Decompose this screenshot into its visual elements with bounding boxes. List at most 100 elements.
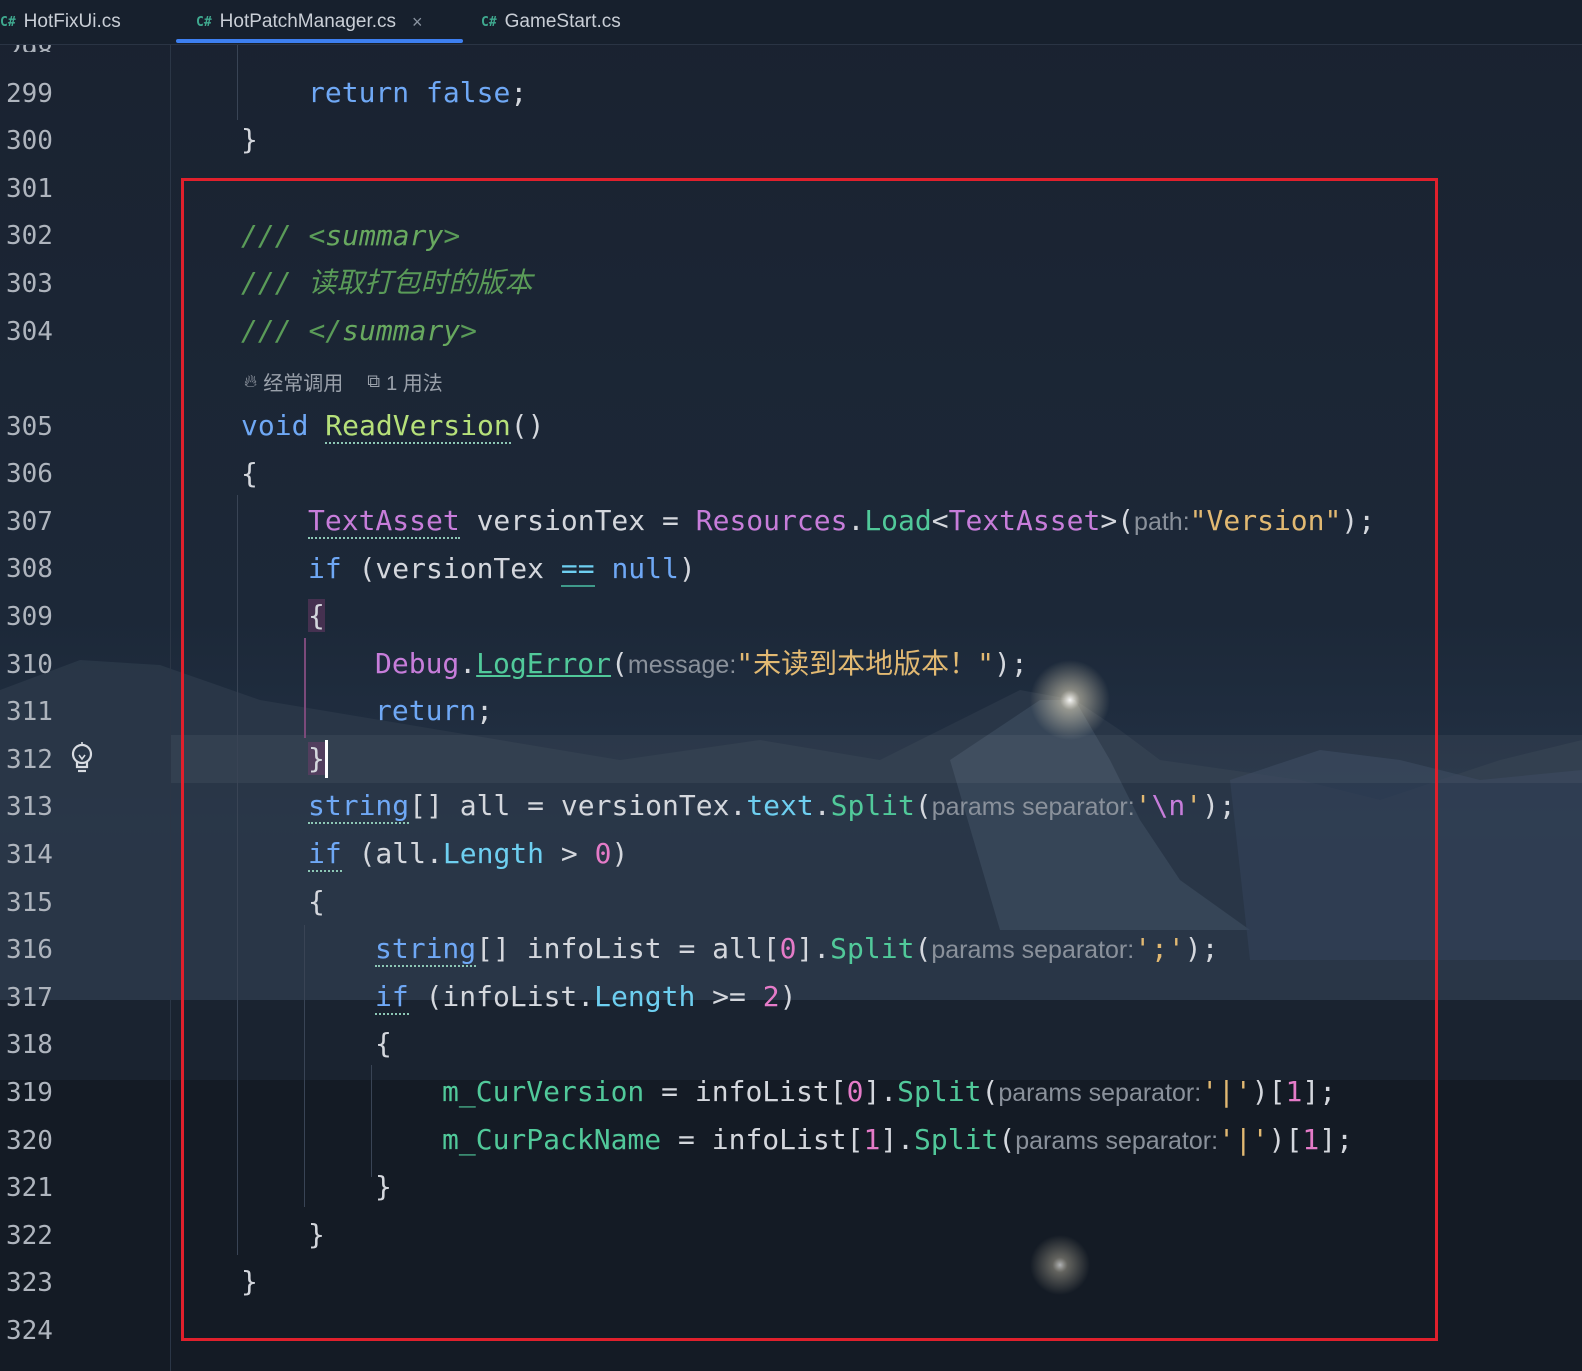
code-line-308[interactable]: if (versionTex == null) [308, 552, 696, 587]
tab-hotpatchmanager[interactable]: C# HotPatchManager.cs × [196, 0, 423, 44]
doc-tag: summary [342, 314, 461, 347]
string-literal: '|' [1201, 1075, 1252, 1108]
code-line-313[interactable]: string[] all = versionTex.text.Split(par… [308, 789, 1236, 824]
line-number: 317 [6, 983, 53, 1013]
token: ; [476, 694, 494, 727]
token: () [510, 409, 545, 442]
number-literal: 1 [863, 1123, 881, 1156]
code-line-322[interactable]: } [308, 1218, 325, 1252]
code-line-300[interactable]: } [241, 123, 258, 157]
keyword: if [308, 837, 342, 872]
comment: /// [241, 219, 309, 252]
type-name: TextAsset [308, 504, 460, 539]
parameter-hint: params separator: [1015, 1127, 1219, 1155]
token: ); [1202, 789, 1236, 822]
code-line-310[interactable]: Debug.LogError(message:"未读到本地版本！"); [375, 647, 1028, 682]
code-line-315[interactable]: { [308, 885, 325, 919]
line-number: 313 [6, 792, 53, 822]
comment: </ [308, 314, 343, 347]
tab-label: GameStart.cs [504, 11, 621, 32]
token: )[ [1268, 1123, 1303, 1156]
number-literal: 1 [1302, 1123, 1320, 1156]
line-number: 311 [6, 697, 53, 727]
line-number: 301 [6, 174, 53, 204]
property-name: Length [594, 980, 696, 1013]
code-line-321[interactable]: } [375, 1170, 392, 1204]
indent-guide [237, 495, 238, 1255]
doc-tag: summary [325, 219, 444, 252]
string-literal: ' [1134, 789, 1152, 822]
token: ( [981, 1075, 999, 1108]
code-line-311[interactable]: return; [375, 694, 493, 728]
token: ; [510, 76, 528, 109]
flame-icon: 🔥︎ [244, 371, 258, 391]
method-name: Load [864, 504, 932, 537]
parameter-hint: path: [1134, 508, 1190, 536]
token: >= [695, 980, 763, 1013]
matched-brace: { [308, 599, 325, 632]
token: (infoList. [408, 980, 595, 1013]
token: . [847, 504, 865, 537]
code-line-303[interactable]: /// 读取打包时的版本 [241, 266, 532, 300]
code-line-312[interactable]: } [308, 742, 325, 776]
line-number: 319 [6, 1078, 53, 1108]
token: ); [1184, 932, 1219, 965]
line-number: 320 [6, 1126, 53, 1156]
tab-hotfixui[interactable]: C# HotFixUi.cs [0, 0, 121, 44]
comment: > [460, 314, 478, 347]
comment: /// [241, 314, 309, 347]
token: ]. [863, 1075, 898, 1108]
code-line-304[interactable]: /// </summary> [241, 314, 477, 348]
code-line-302[interactable]: /// <summary> [241, 219, 460, 253]
code-line-305[interactable]: void ReadVersion() [241, 409, 545, 444]
usage-count-label[interactable]: 1 用法 [386, 367, 443, 396]
code-line-320[interactable]: m_CurPackName = infoList[1].Split(params… [442, 1123, 1353, 1158]
keyword: string [308, 789, 410, 824]
token: [] all = versionTex. [409, 789, 747, 822]
token: ); [993, 647, 1028, 680]
token: >( [1100, 504, 1135, 537]
method-name: Split [914, 1123, 999, 1156]
line-number: 306 [6, 459, 53, 489]
close-icon[interactable]: × [412, 12, 423, 33]
code-line-316[interactable]: string[] infoList = all[0].Split(params … [375, 932, 1219, 967]
token: ) [678, 552, 696, 585]
line-number: 299 [6, 79, 53, 109]
string-literal: ';' [1134, 932, 1185, 965]
token: ( [611, 647, 628, 680]
parameter-hint: message: [627, 651, 737, 679]
type-name: TextAsset [948, 504, 1101, 537]
code-line-309[interactable]: { [308, 599, 325, 633]
token: = infoList[ [644, 1075, 847, 1108]
lightbulb-icon[interactable] [68, 742, 96, 776]
line-number: 303 [6, 269, 53, 299]
token: [] infoList = all[ [476, 932, 780, 965]
hot-path-label[interactable]: 经常调用 [263, 367, 343, 396]
code-line-319[interactable]: m_CurVersion = infoList[0].Split(params … [442, 1075, 1336, 1110]
code-line-323[interactable]: } [241, 1265, 258, 1299]
number-literal: 0 [594, 837, 612, 870]
token: ) [611, 837, 629, 870]
code-line-318[interactable]: { [375, 1027, 392, 1061]
string-literal: '|' [1218, 1123, 1269, 1156]
tab-gamestart[interactable]: C# GameStart.cs [481, 0, 621, 44]
code-line-314[interactable]: if (all.Length > 0) [308, 837, 629, 872]
code-line-306[interactable]: { [241, 457, 258, 491]
field-name: m_CurPackName [442, 1123, 662, 1156]
active-tab-indicator [176, 39, 463, 43]
code-line-317[interactable]: if (infoList.Length >= 2) [375, 980, 796, 1015]
parameter-hint: params separator: [931, 936, 1135, 964]
tab-label: HotPatchManager.cs [219, 11, 397, 32]
code-line-299[interactable]: return false; [308, 76, 527, 110]
number-literal: 0 [846, 1075, 864, 1108]
line-number: 310 [6, 650, 53, 680]
line-number: 324 [6, 1316, 53, 1346]
line-number: 314 [6, 840, 53, 870]
line-number: 318 [6, 1030, 53, 1060]
token: < [931, 504, 949, 537]
gutter-divider [170, 44, 171, 1371]
code-line-307[interactable]: TextAsset versionTex = Resources.Load<Te… [308, 504, 1375, 539]
line-number: 323 [6, 1268, 53, 1298]
token: ]; [1319, 1123, 1353, 1156]
